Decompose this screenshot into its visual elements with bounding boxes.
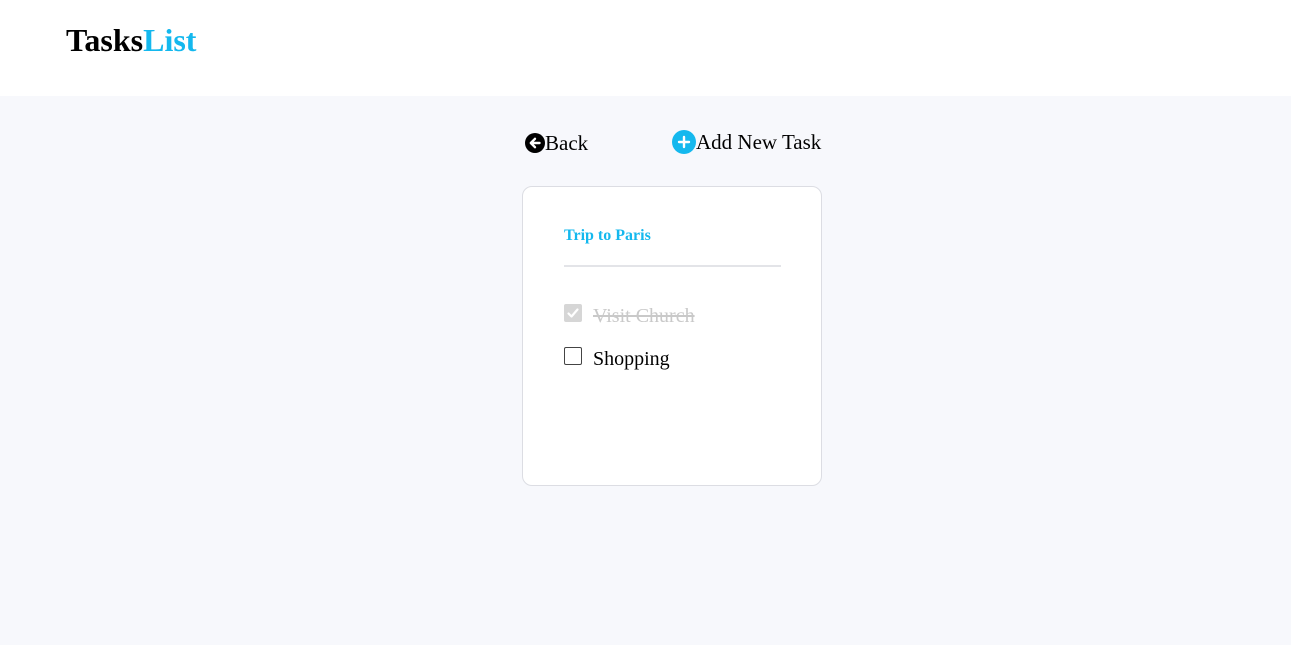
logo-text-tasks: Tasks xyxy=(66,22,144,58)
plus-circle-icon xyxy=(672,130,696,154)
task-item: Visit Church xyxy=(564,304,695,328)
app-header: TasksList xyxy=(0,0,1291,96)
task-label: Visit Church xyxy=(593,305,695,327)
add-new-task-button[interactable]: Add New Task xyxy=(672,129,821,155)
task-item: Shopping xyxy=(564,347,670,371)
back-button[interactable]: Back xyxy=(525,130,588,156)
task-checkbox-checked[interactable] xyxy=(564,304,582,322)
task-checkbox-unchecked[interactable] xyxy=(564,347,582,365)
task-list-title: Trip to Paris xyxy=(564,227,651,244)
add-new-task-label: Add New Task xyxy=(696,129,822,154)
back-label: Back xyxy=(545,130,589,155)
title-divider xyxy=(564,265,781,267)
arrow-left-circle-icon xyxy=(525,133,545,153)
app-logo[interactable]: TasksList xyxy=(66,20,196,60)
task-list-card: Trip to Paris Visit Church Shopping xyxy=(522,186,822,486)
logo-text-list: List xyxy=(143,22,197,58)
task-label: Shopping xyxy=(593,348,670,370)
